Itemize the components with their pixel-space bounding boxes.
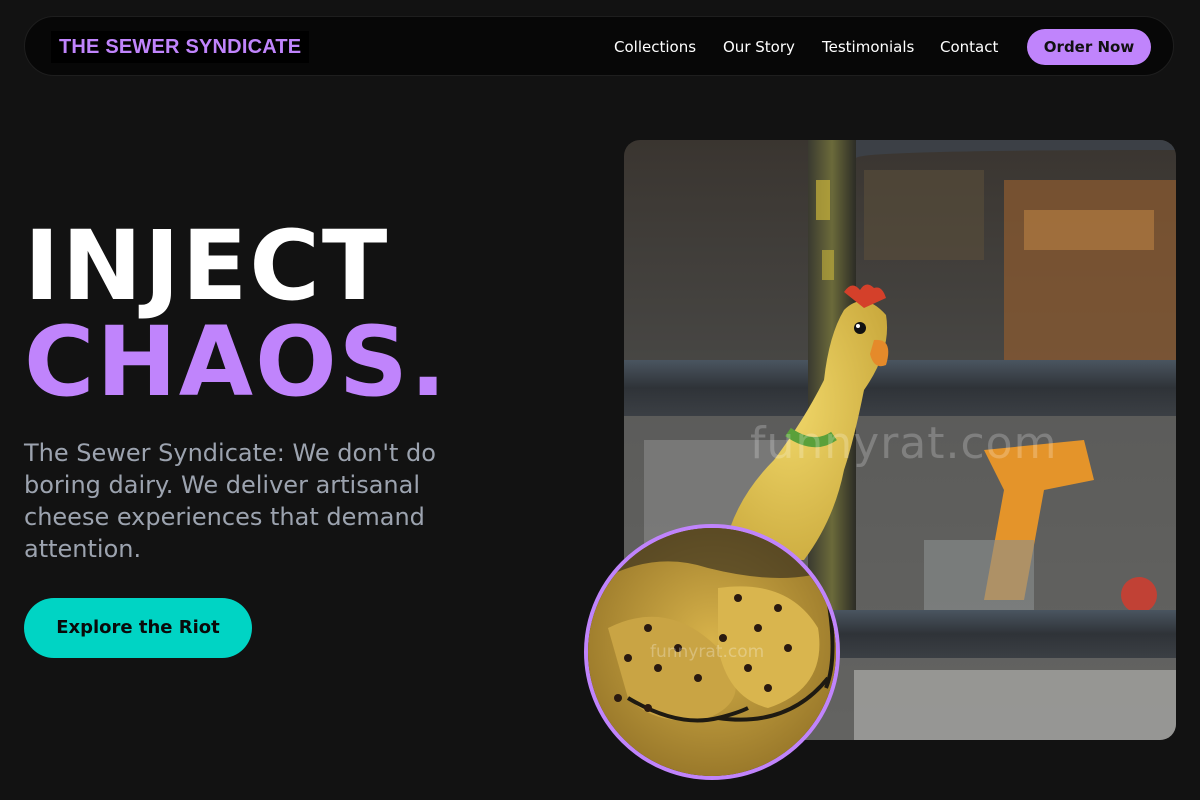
headline-line-2: CHAOS.: [24, 306, 449, 418]
top-navbar: THE SEWER SYNDICATE Collections Our Stor…: [24, 16, 1174, 76]
headline-line-1: INJECT: [24, 210, 390, 322]
order-now-button[interactable]: Order Now: [1027, 29, 1151, 65]
brand-logo[interactable]: THE SEWER SYNDICATE: [51, 31, 310, 63]
photo-watermark: funnyrat.com: [750, 418, 1058, 469]
hero-headline: INJECT CHAOS.: [24, 218, 448, 410]
zoom-watermark: funnyrat.com: [650, 642, 765, 662]
hero-subtitle: The Sewer Syndicate: We don't do boring …: [24, 439, 436, 563]
nav-link-collections[interactable]: Collections: [614, 37, 696, 57]
explore-button[interactable]: Explore the Riot: [24, 598, 252, 658]
nav-link-contact[interactable]: Contact: [940, 37, 998, 57]
nav-link-testimonials[interactable]: Testimonials: [822, 37, 914, 57]
nav-link-our-story[interactable]: Our Story: [723, 37, 795, 57]
